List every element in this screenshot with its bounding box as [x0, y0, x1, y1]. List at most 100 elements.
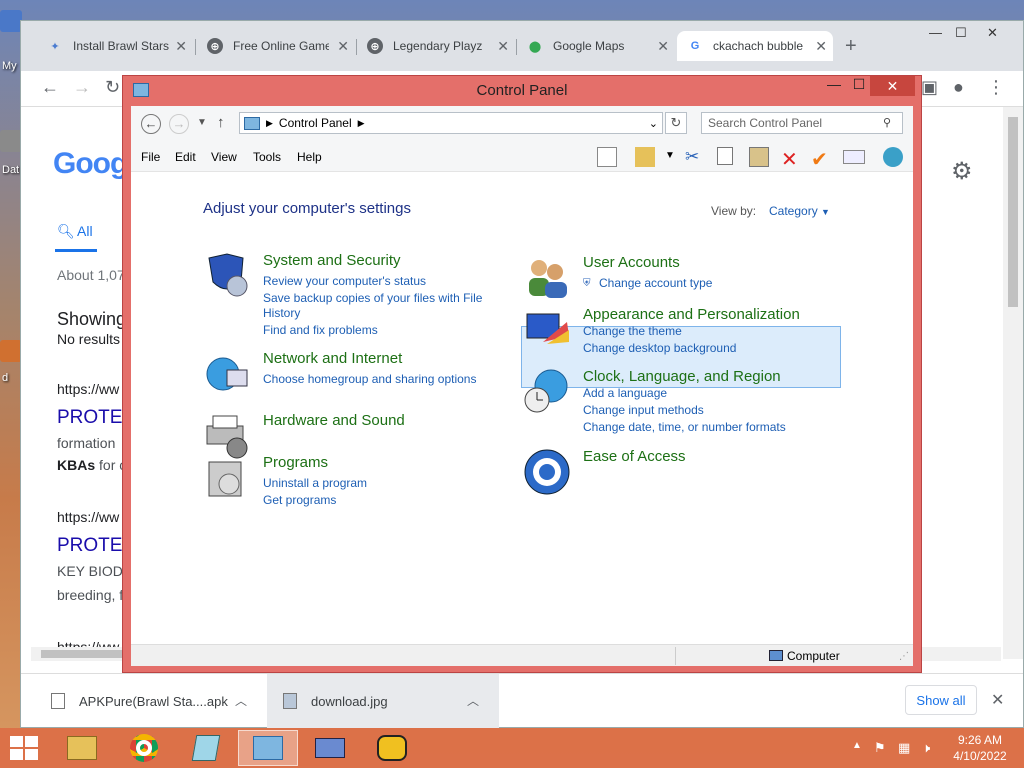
recent-locations-chevron-icon[interactable]: ▼: [197, 117, 207, 128]
chevron-down-icon[interactable]: ⌄: [649, 117, 658, 130]
back-arrow-icon[interactable]: ←: [41, 77, 59, 98]
category-link[interactable]: Change date, time, or number formats: [583, 420, 786, 434]
cut-icon[interactable]: ✂: [685, 147, 705, 167]
category-link[interactable]: Find and fix problems: [263, 323, 378, 337]
maximize-button[interactable]: ☐: [847, 76, 871, 98]
close-icon[interactable]: ✕: [497, 38, 509, 55]
tab-google-maps[interactable]: ⬤ Google Maps ✕: [517, 31, 675, 61]
close-icon[interactable]: ✕: [991, 690, 1004, 710]
close-icon[interactable]: ✕: [337, 38, 349, 55]
taskbar-file-explorer[interactable]: [52, 730, 112, 766]
download-item-jpg[interactable]: download.jpg: [283, 684, 388, 718]
view-by-dropdown[interactable]: Category ▼: [769, 204, 830, 218]
tab-install-brawl-stars[interactable]: ✦ Install Brawl Stars ✕: [37, 31, 193, 61]
refresh-icon[interactable]: ↻: [665, 112, 687, 134]
google-logo[interactable]: Goog: [53, 147, 128, 181]
menu-tools[interactable]: Tools: [253, 150, 281, 164]
printer-speaker-icon[interactable]: [203, 412, 251, 460]
scrollbar-thumb[interactable]: [1008, 117, 1018, 307]
result-url[interactable]: https://ww: [57, 381, 119, 397]
category-title[interactable]: Hardware and Sound: [263, 412, 405, 429]
menu-view[interactable]: View: [211, 150, 237, 164]
sidebar-icon[interactable]: ▣: [921, 77, 938, 98]
category-title[interactable]: Ease of Access: [583, 448, 686, 465]
category-link[interactable]: Change account type: [599, 276, 712, 290]
vertical-scrollbar[interactable]: [1003, 107, 1023, 659]
programs-icon[interactable]: [203, 454, 251, 502]
category-title[interactable]: System and Security: [263, 252, 401, 269]
forward-arrow-icon[interactable]: →: [73, 77, 91, 98]
category-link[interactable]: Change input methods: [583, 403, 704, 417]
menu-file[interactable]: File: [141, 150, 160, 164]
desktop-icon-computer[interactable]: [0, 10, 22, 32]
chevron-up-icon[interactable]: ︿: [235, 692, 247, 709]
close-icon[interactable]: ✕: [657, 38, 669, 55]
ease-of-access-icon[interactable]: [523, 448, 571, 496]
category-title[interactable]: User Accounts: [583, 254, 680, 271]
maximize-button[interactable]: ☐: [955, 25, 967, 41]
volume-icon[interactable]: 🕨︎: [922, 740, 930, 756]
menu-edit[interactable]: Edit: [175, 150, 196, 164]
reload-icon[interactable]: ↻: [105, 77, 120, 98]
chevron-up-icon[interactable]: ︿: [467, 692, 479, 709]
download-item-apk[interactable]: APKPure(Brawl Sta....apk: [51, 684, 228, 718]
category-link[interactable]: Choose homegroup and sharing options: [263, 372, 476, 386]
network-globe-icon[interactable]: [203, 350, 251, 398]
title-bar[interactable]: Control Panel — ☐ ✕: [123, 76, 921, 106]
globe-icon[interactable]: [883, 147, 903, 167]
category-link[interactable]: Change the theme: [583, 324, 682, 338]
tab-all[interactable]: All: [77, 223, 93, 239]
category-link[interactable]: Review your computer's status: [263, 274, 426, 288]
taskbar-chrome[interactable]: [114, 730, 174, 766]
forward-arrow-icon[interactable]: →: [169, 114, 189, 134]
breadcrumb-separator[interactable]: ▶: [266, 118, 273, 129]
up-arrow-icon[interactable]: ↑: [217, 114, 225, 131]
settings-gear-icon[interactable]: ⚙: [951, 157, 973, 186]
category-link[interactable]: Add a language: [583, 386, 667, 400]
tab-legendary-playz[interactable]: ⊕ Legendary Playz ✕: [357, 31, 515, 61]
users-icon[interactable]: [523, 254, 571, 302]
layout-pane-icon[interactable]: [597, 147, 617, 167]
flag-icon[interactable]: ⚑: [874, 740, 886, 756]
category-link[interactable]: Change desktop background: [583, 341, 736, 355]
tab-ckachach-bubble[interactable]: G ckachach bubble ✕: [677, 31, 833, 61]
taskbar-keyboard-app[interactable]: [300, 730, 360, 766]
address-bar[interactable]: ▶ Control Panel ▶ ⌄: [239, 112, 663, 134]
appearance-monitor-icon[interactable]: [523, 306, 571, 354]
chevron-down-icon[interactable]: ▼: [665, 150, 675, 161]
close-button[interactable]: ✕: [987, 25, 998, 41]
category-link[interactable]: Save backup copies of your files with Fi…: [263, 291, 482, 305]
menu-kebab-icon[interactable]: ⋮: [987, 77, 1005, 98]
minimize-button[interactable]: —: [929, 25, 942, 40]
properties-folder-icon[interactable]: [635, 147, 655, 167]
minimize-button[interactable]: —: [821, 76, 847, 98]
show-hidden-icons-icon[interactable]: ▲: [852, 740, 862, 751]
close-button[interactable]: ✕: [870, 76, 915, 96]
category-link[interactable]: Get programs: [263, 493, 336, 507]
taskbar-control-panel[interactable]: [238, 730, 298, 766]
result-url[interactable]: https://ww: [57, 509, 119, 525]
delete-icon[interactable]: ✕: [781, 147, 801, 171]
category-title[interactable]: Network and Internet: [263, 350, 402, 367]
network-icon[interactable]: ▦: [898, 740, 910, 756]
shield-icon[interactable]: [203, 252, 251, 300]
close-icon[interactable]: ✕: [815, 38, 827, 55]
category-title[interactable]: Programs: [263, 454, 328, 471]
desktop-icon-data[interactable]: [0, 130, 22, 152]
back-arrow-icon[interactable]: ←: [141, 114, 161, 134]
show-all-button[interactable]: Show all: [905, 685, 977, 715]
copy-icon[interactable]: [717, 147, 733, 165]
resize-grip-icon[interactable]: ⋰: [899, 651, 909, 662]
category-title[interactable]: Clock, Language, and Region: [583, 368, 781, 385]
category-title[interactable]: Appearance and Personalization: [583, 306, 800, 323]
breadcrumb[interactable]: Control Panel: [279, 116, 352, 130]
rename-icon[interactable]: [843, 150, 865, 164]
start-button[interactable]: [10, 736, 38, 760]
clock-globe-icon[interactable]: [523, 368, 571, 416]
new-tab-button[interactable]: +: [845, 35, 857, 58]
breadcrumb-separator[interactable]: ▶: [358, 118, 365, 129]
desktop-icon-file[interactable]: [0, 340, 22, 362]
profile-avatar-icon[interactable]: ●: [953, 77, 964, 98]
taskbar-app[interactable]: [176, 730, 236, 766]
category-link[interactable]: Uninstall a program: [263, 476, 367, 490]
